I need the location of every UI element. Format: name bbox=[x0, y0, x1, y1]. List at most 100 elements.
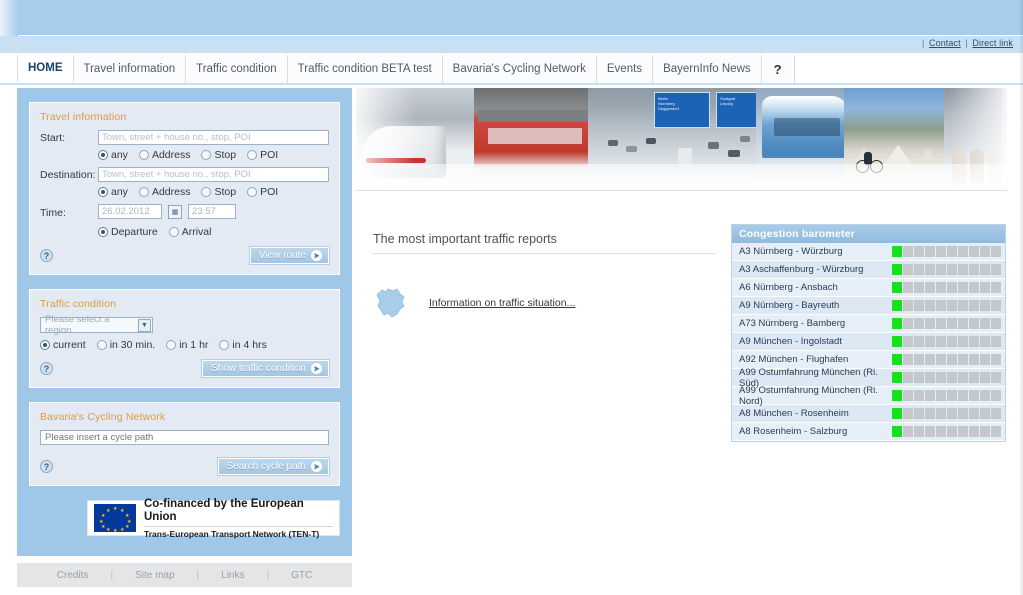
congestion-segment-empty bbox=[936, 390, 946, 401]
main-navigation: HOME Travel information Traffic conditio… bbox=[0, 55, 1023, 85]
congestion-segment-empty bbox=[903, 408, 913, 419]
traffic-panel-title: Traffic condition bbox=[40, 298, 117, 310]
direct-link[interactable]: Direct link bbox=[972, 38, 1013, 48]
congestion-segment-empty bbox=[980, 372, 990, 383]
calendar-icon[interactable]: ▦ bbox=[168, 204, 182, 219]
view-route-button[interactable]: View route ➤ bbox=[248, 246, 331, 265]
tab-events[interactable]: Events bbox=[596, 55, 654, 83]
show-traffic-condition-button[interactable]: Show traffic condition ➤ bbox=[201, 359, 330, 378]
contact-link[interactable]: Contact bbox=[929, 38, 961, 48]
congestion-segment-empty bbox=[925, 372, 935, 383]
table-row[interactable]: A3 Aschaffenburg - Würzburg bbox=[732, 261, 1005, 279]
congestion-barometer: Congestion barometer A3 Nürnberg - Würzb… bbox=[731, 224, 1006, 442]
tab-traffic-condition[interactable]: Traffic condition bbox=[186, 55, 288, 83]
region-select-value: Please select a region bbox=[45, 314, 110, 336]
congestion-segment-empty bbox=[947, 264, 957, 275]
radio-arrival[interactable]: Arrival bbox=[168, 226, 211, 238]
congestion-segment-empty bbox=[936, 372, 946, 383]
table-row[interactable]: A9 München - Ingolstadt bbox=[732, 333, 1005, 351]
destination-radio-poi[interactable]: POI bbox=[247, 186, 278, 198]
footer-link-gtc[interactable]: GTC bbox=[269, 570, 334, 581]
congestion-segment-filled bbox=[892, 390, 902, 401]
time-input[interactable] bbox=[188, 204, 236, 219]
table-row[interactable]: A73 Nürnberg - Bamberg bbox=[732, 315, 1005, 333]
travel-panel-title: Travel information bbox=[40, 111, 127, 123]
footer-link-credits[interactable]: Credits bbox=[35, 570, 111, 581]
search-cycle-path-button[interactable]: Search cycle path ➤ bbox=[216, 457, 330, 476]
start-radio-any[interactable]: any bbox=[98, 149, 128, 161]
congestion-segment-empty bbox=[980, 246, 990, 257]
tab-home[interactable]: HOME bbox=[17, 55, 74, 83]
start-type-radio-group: any Address Stop POI bbox=[98, 149, 329, 161]
congestion-segment-filled bbox=[892, 282, 902, 293]
congestion-barometer-title: Congestion barometer bbox=[732, 225, 1005, 243]
destination-radio-any[interactable]: any bbox=[98, 186, 128, 198]
congestion-segment-empty bbox=[980, 408, 990, 419]
table-row[interactable]: A99 Ostumfahrung München (Ri. Nord) bbox=[732, 385, 1005, 407]
help-icon[interactable]: ? bbox=[40, 362, 53, 375]
congestion-route-label: A8 München - Rosenheim bbox=[739, 408, 849, 419]
congestion-segment-empty bbox=[969, 408, 979, 419]
table-row[interactable]: A6 Nürnberg - Ansbach bbox=[732, 279, 1005, 297]
traffic-radio-current[interactable]: current bbox=[40, 339, 86, 351]
tab-travel-information[interactable]: Travel information bbox=[73, 55, 187, 83]
destination-radio-stop[interactable]: Stop bbox=[201, 186, 236, 198]
radio-icon bbox=[138, 150, 149, 160]
tab-traffic-condition-beta-test[interactable]: Traffic condition BETA test bbox=[287, 55, 443, 83]
congestion-segment-empty bbox=[991, 300, 1001, 311]
help-icon[interactable]: ? bbox=[40, 249, 53, 262]
destination-radio-address[interactable]: Address bbox=[138, 186, 190, 198]
table-row[interactable]: A3 Nürnberg - Würzburg bbox=[732, 243, 1005, 261]
radio-departure[interactable]: Departure bbox=[98, 226, 158, 238]
utility-separator-2: | bbox=[965, 38, 968, 48]
destination-radio-stop-label: Stop bbox=[214, 186, 237, 198]
table-row[interactable]: A8 München - Rosenheim bbox=[732, 405, 1005, 423]
congestion-segment-empty bbox=[980, 318, 990, 329]
traffic-radio-current-label: current bbox=[53, 339, 86, 351]
start-radio-address[interactable]: Address bbox=[138, 149, 190, 161]
start-radio-stop[interactable]: Stop bbox=[201, 149, 236, 161]
footer-link-site-map[interactable]: Site map bbox=[113, 570, 196, 581]
tab-help-icon[interactable]: ? bbox=[761, 55, 795, 83]
congestion-segment-filled bbox=[892, 336, 902, 347]
cycle-path-input[interactable] bbox=[40, 430, 329, 445]
radio-icon bbox=[201, 150, 212, 160]
traffic-situation-link[interactable]: Information on traffic situation... bbox=[429, 297, 575, 309]
eu-banner-text: Co-financed by the European Union Trans-… bbox=[144, 498, 333, 539]
congestion-segment-empty bbox=[936, 264, 946, 275]
congestion-segment-empty bbox=[936, 426, 946, 437]
tab-bavarias-cycling-network[interactable]: Bavaria's Cycling Network bbox=[442, 55, 597, 83]
traffic-radio-in-1-hr[interactable]: in 1 hr bbox=[166, 339, 208, 351]
header-gradient bbox=[0, 0, 18, 36]
table-row[interactable]: A8 Rosenheim - Salzburg bbox=[732, 423, 1005, 441]
page-edge-shadow bbox=[1019, 0, 1023, 595]
congestion-segment-empty bbox=[936, 318, 946, 329]
congestion-segment-empty bbox=[980, 264, 990, 275]
start-radio-poi-label: POI bbox=[260, 149, 279, 161]
congestion-segment-empty bbox=[925, 426, 935, 437]
departure-arrival-radio-group: Departure Arrival bbox=[98, 226, 329, 238]
region-select[interactable]: Please select a region ▼ bbox=[40, 314, 153, 336]
congestion-route-label: A92 München - Flughafen bbox=[739, 354, 849, 365]
footer-link-links[interactable]: Links bbox=[199, 570, 266, 581]
date-input[interactable] bbox=[98, 204, 162, 219]
congestion-route-label: A6 Nürnberg - Ansbach bbox=[739, 282, 838, 293]
traffic-radio-in-4-hrs[interactable]: in 4 hrs bbox=[219, 339, 267, 351]
congestion-segment-empty bbox=[969, 336, 979, 347]
start-input[interactable] bbox=[98, 130, 329, 145]
congestion-segment-empty bbox=[936, 300, 946, 311]
table-row[interactable]: A9 Nürnberg - Bayreuth bbox=[732, 297, 1005, 315]
congestion-route-label: A3 Aschaffenburg - Würzburg bbox=[739, 264, 864, 275]
arrow-right-icon: ➤ bbox=[311, 250, 322, 261]
help-icon[interactable]: ? bbox=[40, 460, 53, 473]
congestion-segment-filled bbox=[892, 372, 902, 383]
congestion-segment-empty bbox=[925, 246, 935, 257]
congestion-segment-empty bbox=[947, 300, 957, 311]
traffic-radio-in-30-min[interactable]: in 30 min. bbox=[96, 339, 155, 351]
show-traffic-condition-label: Show traffic condition bbox=[211, 363, 306, 374]
congestion-route-label: A73 Nürnberg - Bamberg bbox=[739, 318, 846, 329]
radio-icon bbox=[166, 340, 177, 350]
destination-input[interactable] bbox=[98, 167, 329, 182]
tab-bayerninfo-news[interactable]: BayernInfo News bbox=[653, 55, 762, 83]
start-radio-poi[interactable]: POI bbox=[247, 149, 278, 161]
